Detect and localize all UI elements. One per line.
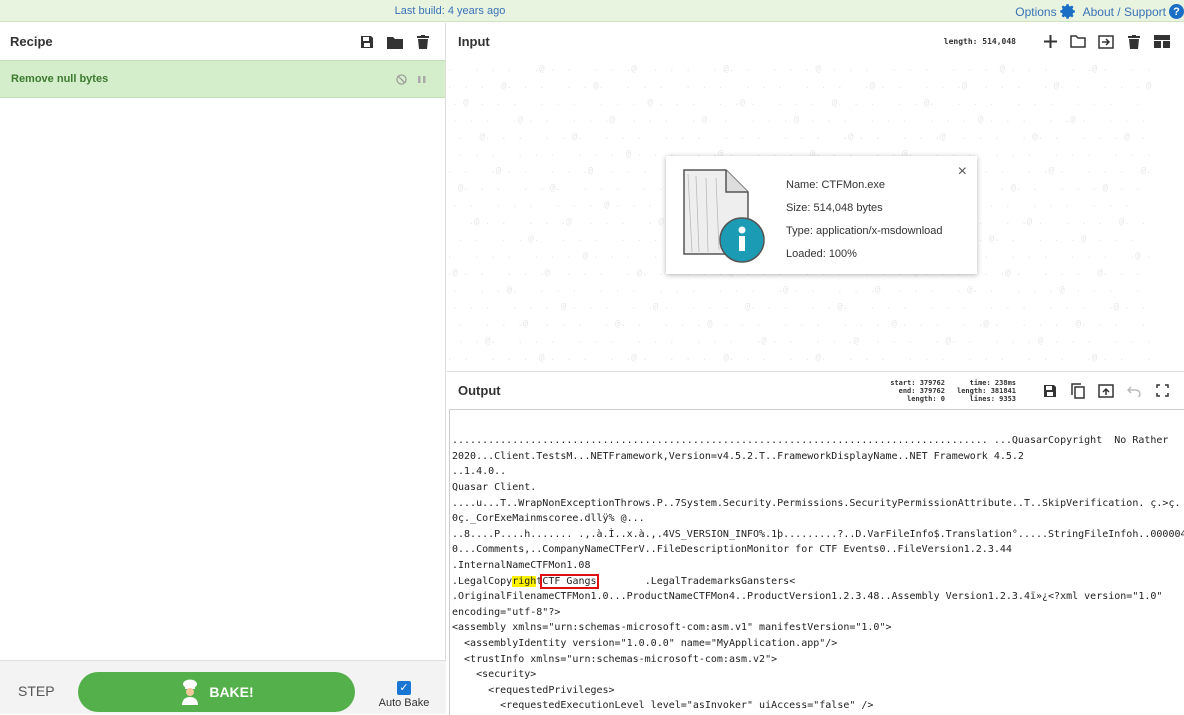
options-label: Options (1015, 4, 1057, 19)
replace-input-icon[interactable] (1098, 383, 1114, 399)
recipe-operation[interactable]: Remove null bytes (0, 60, 445, 98)
output-search-match: righ (512, 575, 537, 587)
file-type: Type: application/x-msdownload (786, 225, 943, 237)
clear-recipe-trash-icon[interactable] (415, 34, 431, 50)
output-line: .LegalCopyrightCTF Gangs .LegalTrademark… (452, 573, 1184, 590)
about-support-link[interactable]: About / Support ? (1083, 4, 1184, 19)
about-label: About / Support (1082, 4, 1166, 19)
output-line: .OriginalFilenameCTFMon1.0...ProductName… (452, 591, 1163, 603)
step-button[interactable]: STEP (18, 683, 55, 699)
file-name: Name: CTFMon.exe (786, 179, 886, 191)
undo-icon[interactable] (1126, 383, 1142, 399)
stat-end: end: 379762 (898, 386, 945, 395)
top-links: Options About / Support ? (1015, 3, 1184, 20)
file-size: Size: 514,048 bytes (786, 202, 883, 214)
input-title: Input (458, 34, 490, 49)
stat-selection-length: length: 0 (907, 394, 945, 403)
open-folder-icon[interactable] (1070, 34, 1086, 50)
output-line: Quasar Client. (452, 481, 537, 493)
file-info-icon (683, 169, 765, 263)
bake-button[interactable]: BAKE! (78, 672, 355, 712)
output-legal-suffix: .LegalTrademarksGansters< (596, 575, 796, 587)
output-line: <security> (452, 669, 537, 681)
copy-output-icon[interactable] (1070, 382, 1086, 399)
output-line: 0ç._CorExeMainmscoree.dllÿ% @... (452, 513, 645, 525)
output-title: Output (458, 383, 501, 398)
file-loaded: Loaded: 100% (786, 248, 857, 260)
add-input-tab-icon[interactable] (1042, 34, 1058, 50)
layout-icon[interactable] (1154, 34, 1170, 50)
output-line: <requestedExecutionLevel level="asInvoke… (452, 700, 874, 712)
stat-time: time: 238ms (969, 378, 1016, 387)
help-icon: ? (1169, 4, 1184, 19)
output-line: <requestedPrivileges> (452, 684, 615, 696)
maximize-icon[interactable] (1154, 383, 1170, 399)
output-line: ..8....P....h....... .,.à.Ì..x.à.,.4VS_V… (452, 528, 1184, 540)
stat-start: start: 379762 (890, 378, 945, 387)
bake-label: BAKE! (209, 684, 254, 700)
recipe-pane: Recipe Remove null bytes STEP BAKE! ✓ Au… (0, 23, 446, 714)
output-line: <assemblyIdentity version="1.0.0.0" name… (452, 637, 838, 649)
stat-lines: lines: 9353 (969, 394, 1016, 403)
output-line: <trustInfo xmlns="urn:schemas-microsoft-… (452, 653, 778, 665)
bake-area: STEP BAKE! ✓ Auto Bake (0, 660, 446, 714)
output-line: .InternalNameCTFMon1.08 (452, 559, 591, 571)
chef-icon (182, 679, 199, 705)
stat-length: length: 381841 (956, 386, 1016, 395)
pause-icon[interactable] (417, 74, 427, 85)
output-line: <assembly xmlns="urn:schemas-microsoft-c… (452, 622, 892, 634)
output-text-area[interactable]: ........................................… (449, 409, 1184, 715)
last-build-text: Last build: 4 years ago (394, 5, 506, 17)
operation-label: Remove null bytes (11, 73, 109, 85)
recipe-header: Recipe (0, 23, 445, 60)
input-length: length: 514,048 (943, 37, 1016, 46)
options-link[interactable]: Options (1015, 3, 1076, 20)
recipe-title: Recipe (10, 34, 53, 49)
output-line: 0...Comments,..CompanyNameCTFerV..FileDe… (452, 544, 1012, 556)
auto-bake-label: Auto Bake (378, 697, 430, 709)
file-details-popup: Name: CTFMon.exe Size: 514,048 bytes Typ… (666, 156, 977, 274)
output-legal-prefix: .LegalCopy (452, 575, 513, 587)
disable-operation-icon[interactable] (396, 73, 407, 85)
auto-bake-checkbox[interactable]: ✓ (397, 681, 411, 695)
output-line: ..1.4.0.. (452, 466, 507, 478)
clear-input-trash-icon[interactable] (1126, 34, 1142, 50)
open-file-icon[interactable] (1098, 34, 1114, 50)
output-line: 2020...Client.TestsM...NETFramework,Vers… (452, 450, 1024, 462)
output-line: ........................................… (452, 435, 1169, 447)
output-stats: start: 379762 time: 238ms end: 379762 le… (890, 379, 1016, 403)
output-line: ....u...T..WrapNonExceptionThrows.P..7Sy… (452, 497, 1181, 509)
top-bar: Last build: 4 years ago Options About / … (0, 0, 1184, 22)
gear-icon (1059, 4, 1075, 19)
output-pane: Output start: 379762 time: 238ms end: 37… (447, 371, 1184, 715)
input-header: Input length: 514,048 (447, 23, 1184, 60)
output-header: Output start: 379762 time: 238ms end: 37… (447, 372, 1184, 409)
load-recipe-folder-icon[interactable] (387, 34, 403, 50)
output-boxed-text: CTF Gangs (540, 573, 599, 589)
save-output-icon[interactable] (1042, 383, 1058, 399)
auto-bake-toggle[interactable]: ✓ Auto Bake (372, 681, 436, 709)
close-icon[interactable]: × (958, 163, 967, 181)
save-recipe-icon[interactable] (359, 34, 375, 50)
output-line: encoding="utf-8"?> (452, 606, 561, 618)
